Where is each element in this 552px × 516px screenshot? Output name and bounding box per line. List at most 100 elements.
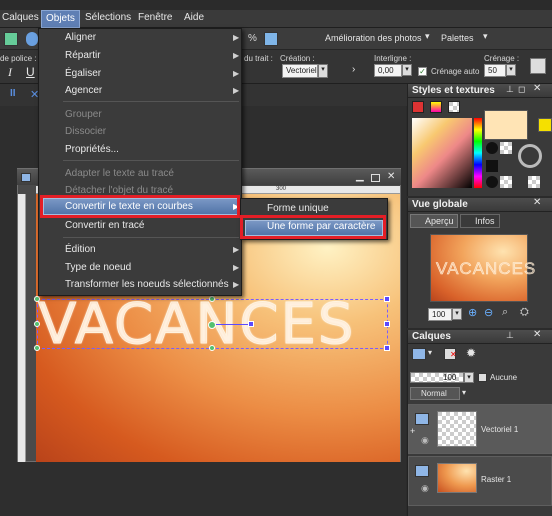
black-swatch-icon[interactable] [486,142,498,154]
text-box-icon[interactable] [530,58,546,74]
layer-row-raster[interactable]: ◉ Raster 1 [408,456,552,506]
menu-item-convertir-trace[interactable]: Convertir en tracé [65,220,144,231]
zoom-out-icon[interactable]: ⊖ [484,306,493,319]
minimize-icon[interactable]: ▁ [356,171,364,182]
close-icon[interactable]: ✕ [387,171,395,182]
restore-icon[interactable]: ◻ [518,84,525,95]
kerning-label: Crénage : [484,54,520,63]
underline-button[interactable]: U [26,65,35,79]
black-swatch-icon[interactable] [486,176,498,188]
kerning-stepper[interactable]: ▾ [506,64,516,76]
transform-handle[interactable] [209,296,215,302]
black-swatch-icon[interactable] [486,160,498,172]
interline-stepper[interactable]: ▾ [402,64,412,76]
creation-label: Création : [280,54,315,63]
transform-handle[interactable] [34,345,40,351]
pause-icon[interactable]: II [10,88,16,99]
close-icon[interactable]: ✕ [533,329,541,340]
transform-handle[interactable] [384,345,390,351]
transparent-swatch-icon[interactable] [500,142,512,154]
pan-icon[interactable]: ⛭ [520,306,529,319]
enhance-photos-menu[interactable]: Amélioration des photos [325,33,422,43]
transparent-swatch-icon[interactable] [528,176,540,188]
vector-layer-icon [415,413,429,425]
opacity-slider[interactable]: 100 [410,372,464,383]
menu-item-aligner[interactable]: Aligner [65,32,96,43]
menu-fenetre[interactable]: Fenêtre [138,12,172,23]
chevron-down-icon[interactable]: ▾ [318,64,328,78]
chevron-right-icon: ▶ [233,280,240,289]
layer-tool-icon[interactable] [4,32,18,46]
close-icon[interactable]: ✕ [533,83,541,94]
maximize-icon[interactable] [371,174,380,182]
transform-handle[interactable] [384,296,390,302]
menu-selections[interactable]: Sélections [85,12,131,23]
transform-handle[interactable] [384,321,390,327]
menu-separator [63,237,239,238]
menu-objets[interactable]: Objets [41,10,80,28]
menu-item-proprietes[interactable]: Propriétés... [65,144,119,155]
chevron-right-icon[interactable]: › [352,64,355,75]
rotation-handle[interactable] [248,321,254,327]
color-picker-field[interactable] [412,118,472,188]
creation-mode-select[interactable]: Vectoriel [282,64,318,78]
menu-item-egaliser[interactable]: Égaliser [65,68,101,79]
none-swatch-icon[interactable] [518,144,542,168]
submenu-item-forme-unique[interactable]: Forme unique [267,203,329,214]
palettes-menu[interactable]: Palettes [441,33,474,43]
rotation-center-handle[interactable] [208,321,216,329]
menu-item-transformer-noeuds[interactable]: Transformer les noeuds sélectionnés [65,279,229,290]
annotation-highlight-box [40,195,240,218]
menu-item-type-noeud[interactable]: Type de noeud [65,262,131,273]
tab-infos[interactable]: Infos [460,214,500,228]
expand-icon[interactable]: + [410,426,415,436]
tab-apercu[interactable]: Aperçu [410,214,458,228]
foreground-color-swatch[interactable] [484,110,528,140]
chevron-right-icon: ▶ [233,33,240,42]
transform-handle[interactable] [209,345,215,351]
interline-input[interactable]: 0,00 [374,64,402,77]
auto-kerning-checkbox[interactable]: ✓ [418,67,427,76]
mask-icon[interactable]: ✹ [466,346,476,360]
overview-zoom-stepper[interactable]: ▾ [452,308,462,320]
hue-slider[interactable] [474,118,482,188]
zoom-in-icon[interactable]: ⊕ [468,306,477,319]
eye-icon[interactable]: ◉ [421,435,429,446]
new-layer-icon[interactable] [412,348,426,360]
eye-icon[interactable]: ◉ [421,483,429,494]
chevron-down-icon[interactable]: ▾ [428,348,432,357]
menu-item-edition[interactable]: Édition [65,244,96,255]
gradient-tab-icon[interactable] [430,101,442,113]
transparent-swatch-icon[interactable] [500,176,512,188]
image-icon[interactable] [264,32,278,46]
pin-icon[interactable]: ⊥ [506,84,514,95]
overview-thumbnail[interactable]: VACANCES [430,234,536,302]
document-icon [21,173,31,182]
menu-aide[interactable]: Aide [184,12,204,23]
chevron-down-icon[interactable]: ▾ [462,388,466,397]
menu-calques[interactable]: Calques [2,12,39,23]
layer-thumbnail [437,463,477,493]
opacity-stepper[interactable]: ▾ [464,372,474,383]
transform-handle[interactable] [34,321,40,327]
close-icon[interactable]: ✕ [533,197,541,208]
blend-none-icon[interactable] [478,373,487,382]
pin-icon[interactable]: ⊥ [506,330,514,341]
menu-item-repartir[interactable]: Répartir [65,50,101,61]
stroke-label: du trait : [244,54,273,63]
menu-separator [63,160,239,161]
color-tab-icon[interactable] [412,101,424,113]
overview-zoom-input[interactable]: 100 [428,308,452,321]
italic-button[interactable]: I [8,65,12,80]
layer-row-vectoriel[interactable]: ◉ Vectoriel 1 [408,404,552,454]
transform-handle[interactable] [34,296,40,302]
background-color-swatch[interactable] [538,118,552,132]
chevron-down-icon: ▾ [425,31,430,41]
blend-mode-select[interactable]: Normal [410,387,460,400]
info-icon[interactable] [26,32,38,46]
menu-item-agencer[interactable]: Agencer [65,85,102,96]
objets-menu: Aligner ▶ Répartir ▶ Égaliser ▶ Agencer … [38,28,242,296]
pattern-tab-icon[interactable] [448,101,460,113]
zoom-actual-icon[interactable]: ⌕ [502,306,508,319]
kerning-input[interactable]: 50 [484,64,506,77]
